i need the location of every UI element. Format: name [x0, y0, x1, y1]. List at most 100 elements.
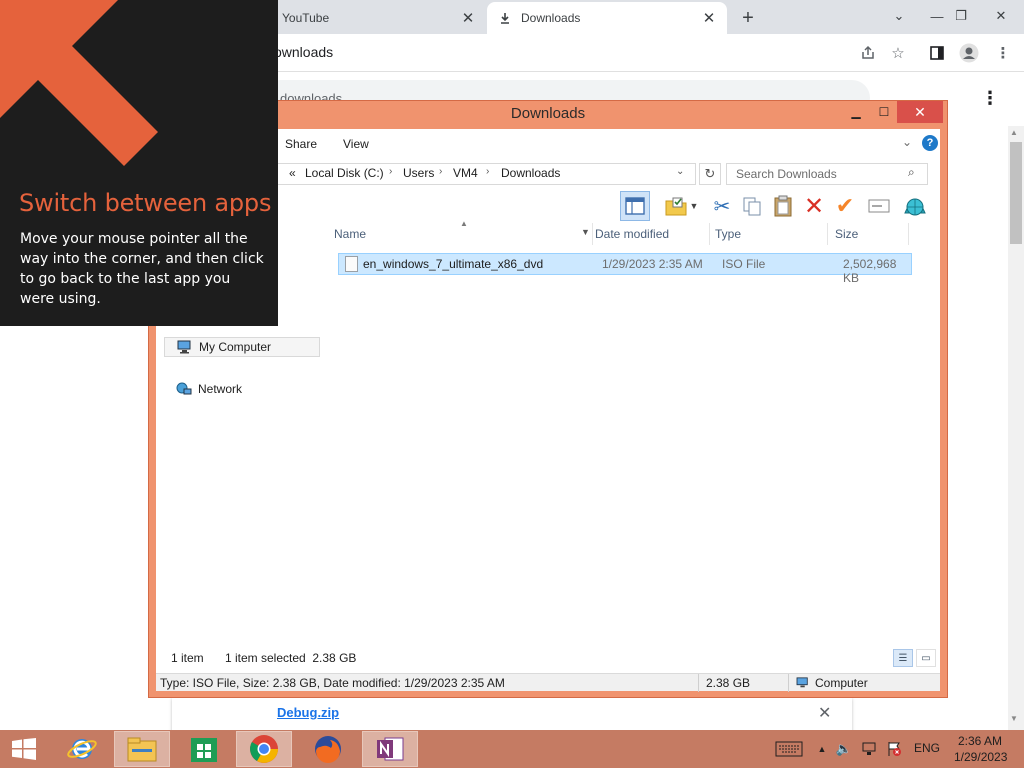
explorer-maximize-icon[interactable]: ☐ — [871, 101, 897, 123]
input-language-indicator[interactable]: ENG — [914, 741, 940, 755]
explorer-minimize-icon[interactable]: ▁ — [843, 101, 869, 123]
file-explorer-icon[interactable] — [114, 731, 170, 767]
tab-downloads[interactable]: Downloads ✕ — [487, 2, 727, 34]
column-header-type[interactable]: Type — [715, 221, 815, 247]
touch-keyboard-icon[interactable] — [774, 740, 804, 758]
downloads-more-icon[interactable]: ⋮ — [980, 88, 1000, 110]
copy-icon[interactable] — [737, 191, 767, 221]
close-tab-youtube-icon[interactable]: ✕ — [460, 10, 476, 27]
network-icon — [176, 382, 192, 396]
preview-pane-button[interactable] — [620, 191, 650, 221]
close-window-icon[interactable]: ✕ — [984, 4, 1018, 28]
breadcrumb-users[interactable]: Users — [403, 166, 434, 180]
network-tray-icon[interactable] — [860, 740, 878, 758]
breadcrumb-local-disk[interactable]: Local Disk (C:) — [305, 166, 384, 180]
properties-dropdown-icon[interactable]: ▼ — [686, 191, 702, 221]
column-header-size-label: Size — [835, 227, 859, 241]
breadcrumb-separator-icon[interactable]: › — [389, 166, 392, 177]
column-divider[interactable] — [592, 223, 593, 245]
file-row[interactable]: en_windows_7_ultimate_x86_dvd 1/29/2023 … — [338, 253, 912, 285]
nav-item-network[interactable]: Network — [164, 379, 242, 399]
column-header-date-label: Date modified — [595, 227, 670, 241]
tab-search-chevron-icon[interactable]: ⌄ — [882, 4, 916, 28]
download-item-card: Debug.zip ✕ — [172, 698, 852, 732]
breadcrumb-downloads[interactable]: Downloads — [501, 166, 560, 180]
side-panel-icon[interactable] — [926, 42, 948, 64]
info-divider — [788, 674, 789, 692]
page-scrollbar-thumb[interactable] — [1010, 142, 1022, 244]
share-icon[interactable] — [857, 42, 879, 64]
clock-time[interactable]: 2:36 AM — [958, 734, 1002, 748]
info-location: Computer — [796, 676, 868, 690]
info-location-label: Computer — [815, 676, 868, 690]
info-details: Type: ISO File, Size: 2.38 GB, Date modi… — [160, 676, 505, 690]
corner-arrow-icon — [0, 0, 158, 166]
bookmark-star-icon[interactable]: ☆ — [887, 42, 909, 64]
file-type: ISO File — [722, 257, 766, 271]
profile-avatar-icon[interactable] — [958, 42, 980, 64]
firefox-icon[interactable] — [300, 731, 356, 767]
omnibox[interactable]: ownloads — [274, 44, 333, 60]
volume-icon[interactable]: 🔈 — [836, 740, 852, 758]
cut-icon[interactable]: ✂ — [707, 191, 737, 221]
scroll-down-arrow-icon[interactable]: ▼ — [1010, 714, 1018, 723]
chrome-menu-icon[interactable]: ⋮ — [992, 42, 1014, 64]
address-dropdown-icon[interactable]: ⌄ — [676, 166, 684, 177]
column-header-date[interactable]: Date modified — [595, 221, 705, 247]
taskbar: ▲ 🔈 ENG 2:36 AM 1/29/2023 — [0, 730, 1024, 768]
tab-youtube-title: YouTube — [282, 11, 330, 25]
action-center-flag-icon[interactable] — [886, 740, 902, 758]
column-divider[interactable] — [908, 223, 909, 245]
nav-item-network-label: Network — [198, 382, 243, 396]
column-header-name[interactable]: Name — [334, 221, 574, 247]
switch-apps-body: Move your mouse pointer all the way into… — [20, 231, 264, 307]
column-filter-dropdown-icon[interactable]: ▼ — [581, 227, 590, 237]
column-header-type-label: Type — [715, 227, 742, 241]
store-icon[interactable] — [176, 731, 232, 767]
refresh-icon[interactable]: ↻ — [699, 163, 721, 185]
computer-icon — [177, 340, 193, 354]
column-header-name-label: Name — [334, 227, 367, 241]
internet-explorer-icon[interactable] — [54, 731, 110, 767]
download-icon — [497, 12, 513, 24]
file-name: en_windows_7_ultimate_x86_dvd — [363, 257, 544, 271]
clock-date[interactable]: 1/29/2023 — [954, 750, 1007, 764]
remove-download-icon[interactable]: ✕ — [818, 703, 831, 723]
switch-apps-tip: Switch between apps Move your mouse poin… — [0, 0, 278, 326]
download-item-link[interactable]: Debug.zip — [277, 705, 339, 720]
paste-icon[interactable] — [768, 191, 798, 221]
details-view-button[interactable]: ☰ — [893, 649, 913, 667]
column-header-size[interactable]: Size — [835, 221, 905, 247]
ribbon-tab-view[interactable]: View — [343, 137, 369, 151]
file-size: 2,502,968 KB — [843, 257, 897, 285]
column-divider[interactable] — [827, 223, 828, 245]
tab-youtube[interactable]: YouTube ✕ — [272, 2, 486, 34]
rename-icon[interactable] — [864, 191, 894, 221]
checkmark-icon[interactable]: ✔ — [830, 191, 860, 221]
nav-item-my-computer[interactable]: My Computer — [164, 337, 320, 357]
ribbon-tab-share[interactable]: Share — [285, 137, 317, 151]
onenote-icon[interactable] — [362, 731, 418, 767]
explorer-close-button[interactable]: ✕ — [897, 101, 943, 123]
breadcrumb-vm4[interactable]: VM4 — [453, 166, 478, 180]
ribbon-expand-chevron-icon[interactable]: ⌄ — [902, 135, 912, 149]
info-size: 2.38 GB — [706, 676, 751, 690]
large-icons-view-button[interactable]: ▭ — [916, 649, 936, 667]
help-icon[interactable]: ? — [922, 135, 938, 151]
tab-downloads-title: Downloads — [521, 11, 581, 25]
delete-icon[interactable]: ✕ — [799, 191, 829, 221]
breadcrumb-overflow[interactable]: « — [289, 166, 296, 180]
iso-file-icon — [345, 256, 358, 272]
windows-start-icon[interactable] — [8, 736, 40, 762]
scroll-up-arrow-icon[interactable]: ▲ — [1010, 128, 1018, 137]
chrome-icon[interactable] — [236, 731, 292, 767]
breadcrumb-separator-icon[interactable]: › — [486, 166, 489, 177]
globe-icon[interactable] — [900, 191, 930, 221]
column-divider[interactable] — [709, 223, 710, 245]
new-tab-button[interactable]: + — [736, 6, 760, 30]
search-icon[interactable]: ⌕ — [908, 165, 915, 180]
show-hidden-icons-icon[interactable]: ▲ — [816, 740, 828, 758]
breadcrumb-separator-icon[interactable]: › — [439, 166, 442, 177]
restore-icon[interactable]: ❐ — [944, 4, 978, 28]
close-tab-downloads-icon[interactable]: ✕ — [701, 10, 717, 27]
